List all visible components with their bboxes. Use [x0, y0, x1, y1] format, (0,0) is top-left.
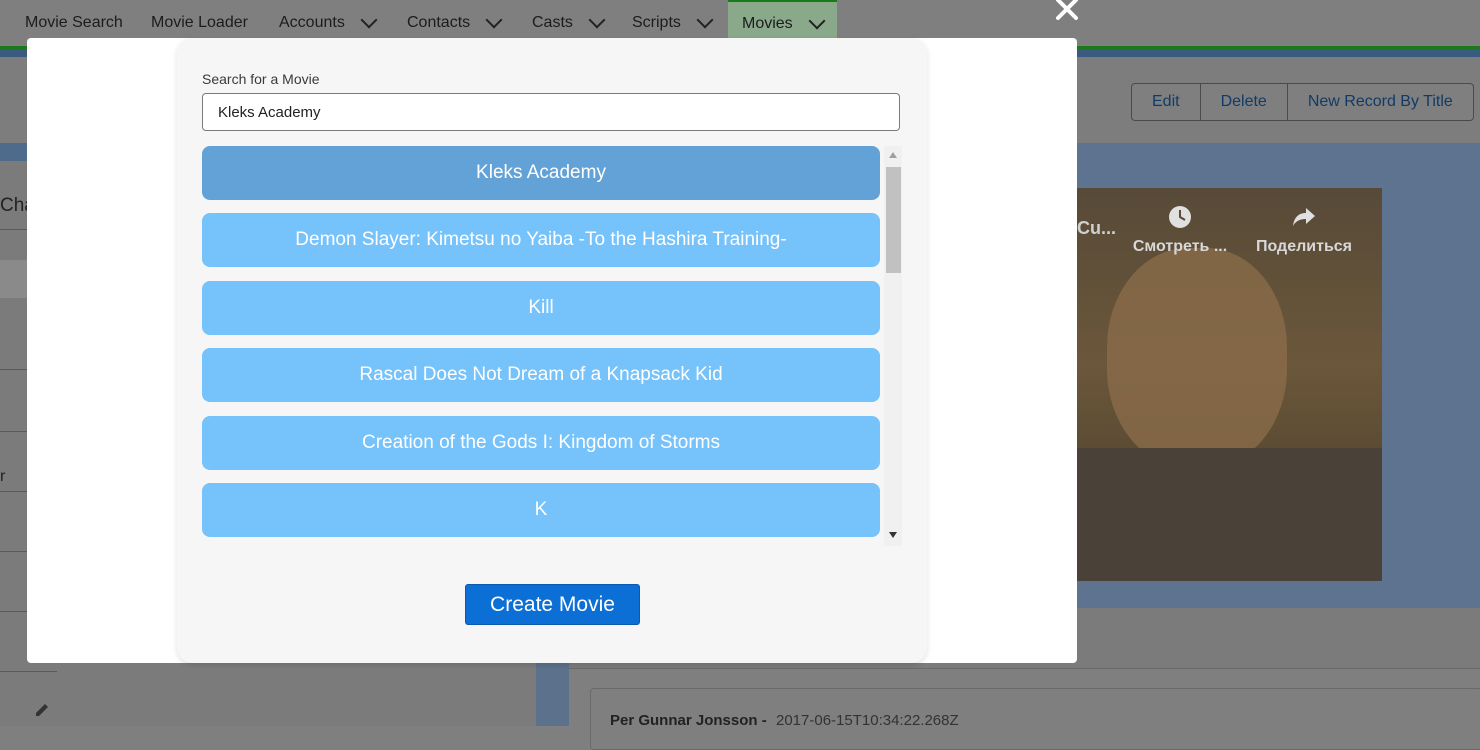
search-results-list: Kleks Academy Demon Slayer: Kimetsu no Y…	[202, 146, 902, 546]
nav-item-label: Contacts	[407, 14, 471, 31]
search-input[interactable]	[202, 93, 900, 131]
chevron-down-icon[interactable]	[485, 11, 503, 29]
video-thumbnail	[1107, 248, 1287, 468]
movie-search-card: Search for a Movie Kleks Academy Demon S…	[177, 38, 927, 663]
movie-search-modal: Search for a Movie Kleks Academy Demon S…	[27, 38, 1077, 663]
pencil-icon[interactable]	[33, 701, 51, 719]
create-movie-button[interactable]: Create Movie	[465, 584, 640, 625]
nav-item-label: Scripts	[632, 14, 681, 31]
close-icon[interactable]	[1054, 0, 1080, 22]
chevron-down-icon[interactable]	[696, 11, 714, 29]
watch-later-label: Смотреть ...	[1132, 238, 1228, 255]
share-button[interactable]: Поделиться	[1249, 204, 1359, 256]
edit-button[interactable]: Edit	[1132, 84, 1201, 120]
search-result-item[interactable]: K	[202, 483, 880, 537]
delete-button[interactable]: Delete	[1201, 84, 1288, 120]
divider	[0, 260, 27, 298]
video-player[interactable]: Cu... Смотреть ... Поделиться	[1077, 188, 1382, 581]
comment-timestamp: 2017-06-15T10:34:22.268Z	[776, 712, 959, 729]
left-panel-field: r	[0, 468, 6, 485]
divider	[0, 491, 27, 492]
search-result-item[interactable]: Kill	[202, 281, 880, 335]
panel-accent	[0, 143, 27, 161]
nav-item-label: Accounts	[279, 14, 345, 31]
nav-item-label: Movies	[742, 15, 793, 32]
divider	[0, 431, 27, 432]
divider	[0, 369, 27, 370]
search-result-item[interactable]: Demon Slayer: Kimetsu no Yaiba -To the H…	[202, 213, 880, 267]
search-label: Search for a Movie	[202, 71, 320, 87]
comment-author-name[interactable]: Per Gunnar Jonsson	[610, 712, 758, 729]
scroll-down-arrow-icon[interactable]	[889, 532, 897, 538]
comment-author[interactable]: Per Gunnar Jonsson -	[610, 712, 767, 729]
scroll-up-arrow-icon[interactable]	[889, 152, 897, 158]
results-scrollbar[interactable]	[884, 146, 902, 546]
chevron-down-icon[interactable]	[360, 11, 378, 29]
video-thumbnail-lower	[1077, 448, 1382, 581]
search-result-item[interactable]: Creation of the Gods I: Kingdom of Storm…	[202, 416, 880, 470]
new-record-by-title-button[interactable]: New Record By Title	[1288, 84, 1473, 120]
divider	[0, 551, 27, 552]
watch-later-button[interactable]: Смотреть ...	[1125, 204, 1235, 256]
share-label: Поделиться	[1255, 238, 1353, 255]
scroll-thumb[interactable]	[886, 167, 901, 273]
search-result-item[interactable]: Kleks Academy	[202, 146, 880, 200]
divider	[0, 229, 27, 230]
chevron-down-icon[interactable]	[808, 12, 826, 30]
nav-item-label: Movie Loader	[151, 14, 248, 31]
clock-icon	[1169, 206, 1191, 228]
video-title[interactable]: Cu...	[1077, 218, 1116, 239]
record-actions: Edit Delete New Record By Title	[1131, 83, 1474, 121]
divider	[0, 611, 27, 612]
comment-separator: -	[761, 712, 767, 729]
search-result-item[interactable]: Rascal Does Not Dream of a Knapsack Kid	[202, 348, 880, 402]
nav-item-label: Casts	[532, 14, 573, 31]
divider	[0, 671, 57, 672]
chevron-down-icon[interactable]	[588, 11, 606, 29]
nav-item-label: Movie Search	[25, 14, 123, 31]
share-icon	[1293, 208, 1315, 226]
